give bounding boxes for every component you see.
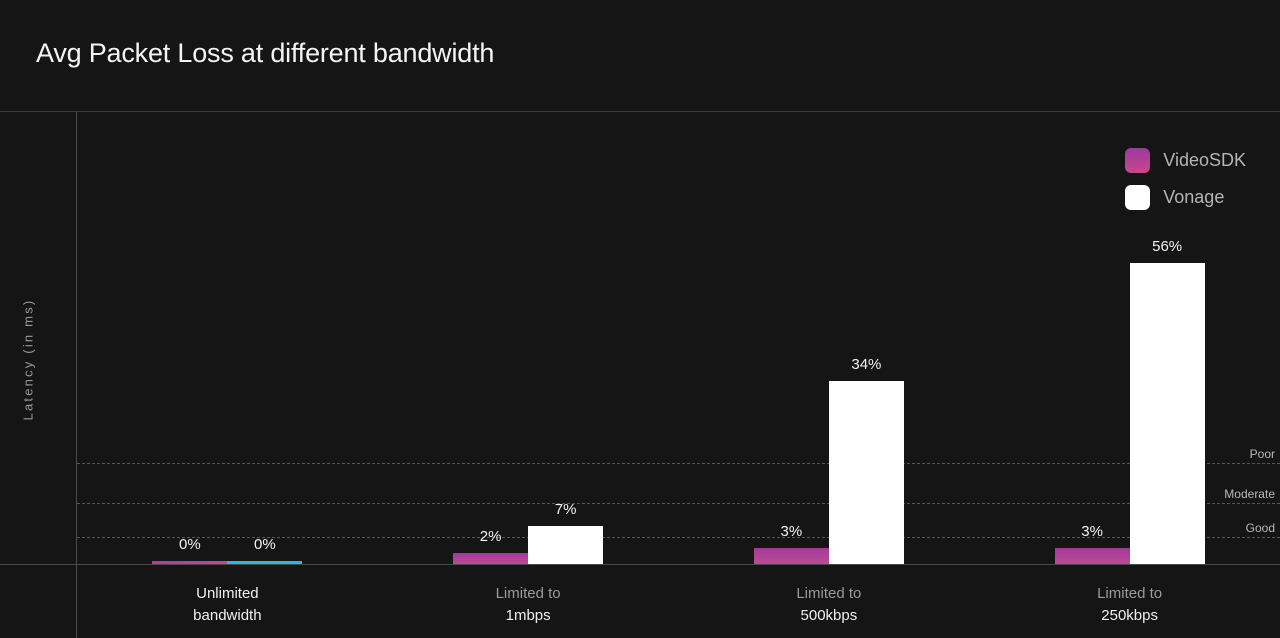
legend-swatch-videosdk (1125, 148, 1151, 173)
category-label-line1: Limited to (796, 585, 862, 602)
bar-wrapper: 3% (753, 112, 829, 564)
bar-group-bars: 0% 0% (77, 112, 378, 564)
bar-value-label: 0% (179, 536, 201, 553)
bar-videosdk[interactable] (753, 548, 829, 564)
chart-page: Avg Packet Loss at different bandwidth L… (0, 0, 1280, 638)
legend-item-label: VideoSDK (1163, 150, 1246, 170)
bar-group: 2% 7% (378, 112, 679, 564)
chart-body: Latency (in ms) Poor Moderate Good 0% 0% 2% 7… (0, 112, 1280, 638)
chart-legend: VideoSDK Vonage (1125, 148, 1246, 210)
plot-area: Poor Moderate Good 0% 0% 2% 7% 3% 34% 3% 56% (77, 112, 1280, 564)
bar-wrapper: 0% (152, 112, 228, 564)
category-label: Limited to 500kbps (679, 565, 980, 638)
category-label-line2: 1mbps (505, 607, 551, 624)
category-label-line2: 500kbps (800, 607, 858, 624)
bar-wrapper: 7% (528, 112, 604, 564)
bar-value-label: 34% (851, 356, 882, 373)
legend-item-label: Vonage (1163, 187, 1225, 207)
bar-group-bars: 2% 7% (378, 112, 679, 564)
legend-swatch-vonage (1125, 185, 1151, 210)
y-axis-label: Latency (in ms) (20, 298, 36, 421)
bar-wrapper: 34% (828, 112, 904, 564)
legend-item[interactable]: Vonage (1125, 185, 1224, 210)
category-label-line2: 250kbps (1101, 607, 1158, 624)
chart-header: Avg Packet Loss at different bandwidth (0, 0, 1280, 112)
bar-value-label: 56% (1152, 238, 1183, 255)
bar-wrapper: 3% (1054, 112, 1130, 564)
bar-group-bars: 3% 34% (679, 112, 980, 564)
category-label-line1: Limited to (495, 585, 561, 602)
bar-vonage[interactable] (828, 381, 904, 564)
legend-item[interactable]: VideoSDK (1125, 148, 1246, 173)
category-label: Limited to 1mbps (378, 565, 679, 638)
bar-value-label: 2% (479, 528, 502, 545)
bar-value-label: 3% (780, 523, 803, 540)
bar-videosdk[interactable] (152, 561, 228, 564)
bar-videosdk[interactable] (1054, 548, 1130, 564)
category-label-line1: Limited to (1097, 585, 1163, 602)
category-label: Unlimited bandwidth (77, 565, 378, 638)
bar-vonage[interactable] (528, 526, 604, 564)
category-labels: Unlimited bandwidth Limited to 1mbps Limited… (77, 565, 1280, 638)
bar-vonage[interactable] (227, 561, 303, 564)
bar-vonage[interactable] (1129, 263, 1205, 564)
category-label-line2: bandwidth (193, 607, 262, 624)
bar-value-label: 0% (254, 536, 276, 553)
bar-group: 0% 0% (77, 112, 378, 564)
bar-group: 3% 34% (679, 112, 980, 564)
bar-groups: 0% 0% 2% 7% 3% 34% 3% 56% (77, 112, 1280, 564)
bar-wrapper: 0% (227, 112, 303, 564)
bar-wrapper: 2% (453, 112, 529, 564)
bar-value-label: 3% (1081, 523, 1103, 540)
bar-value-label: 7% (554, 501, 577, 518)
page-title: Avg Packet Loss at different bandwidth (36, 38, 495, 68)
category-label-line1: Unlimited (196, 585, 259, 602)
bar-videosdk[interactable] (453, 553, 529, 564)
category-label: Limited to 250kbps (979, 565, 1280, 638)
